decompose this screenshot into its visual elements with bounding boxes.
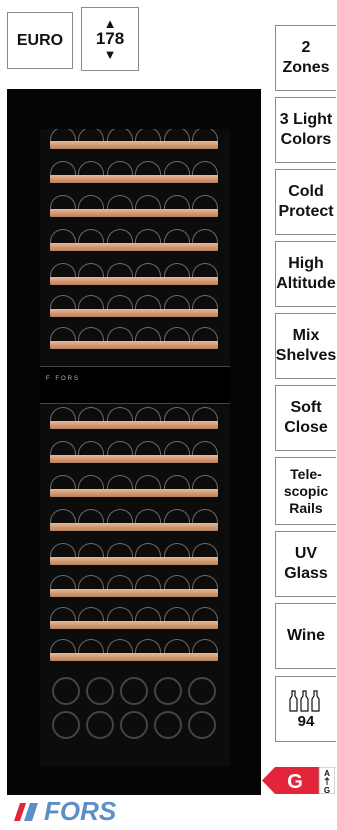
bottle-base (120, 677, 148, 705)
feature-badge-zones: 2 Zones (275, 25, 336, 91)
panel-label: F FORS (46, 376, 80, 382)
brand-logo: FORS (10, 796, 116, 826)
wood-shelf (50, 589, 218, 597)
euro-badge: EURO (7, 12, 73, 69)
bottle-base (154, 677, 182, 705)
control-panel: F FORS (40, 366, 230, 404)
feature-badge-uv-glass: UV Glass (275, 531, 336, 597)
feature-badge-mix-shelves: Mix Shelves (275, 313, 336, 379)
feature-badge-cold-protect: Cold Protect (275, 169, 336, 235)
feature-badge-light-colors: 3 Light Colors (275, 97, 336, 163)
bottle-base (86, 711, 114, 739)
feature-badge-high-altitude: High Altitude (275, 241, 336, 307)
feature-line: Altitude (276, 275, 336, 292)
wood-shelf (50, 523, 218, 531)
feature-line: scopic (283, 482, 329, 499)
feature-line: Cold (288, 183, 324, 200)
energy-class: G (287, 771, 303, 793)
arrow-down-icon: ▼ (103, 47, 117, 62)
energy-scale-top: A (324, 769, 330, 778)
bottle-base (86, 677, 114, 705)
capacity-value: 94 (297, 712, 315, 730)
wood-shelf (50, 653, 218, 661)
bottom-bottle-stack (52, 677, 218, 739)
energy-class-label: G A G (262, 767, 335, 794)
feature-line: 3 Light (279, 111, 333, 128)
wine-cooler-image: F FORS (7, 89, 261, 795)
wood-shelf (50, 209, 218, 217)
feature-badge-telescopic-rails: Tele-scopic Rails (275, 457, 336, 525)
energy-scale-bottom: G (324, 786, 330, 794)
brand-mark-icon (14, 803, 38, 821)
wood-shelf (50, 175, 218, 183)
euro-label: EURO (16, 31, 64, 49)
bottle-base (52, 677, 80, 705)
feature-badge-soft-close: Soft Close (275, 385, 336, 451)
feature-line: Tele- (290, 465, 322, 482)
feature-line: Zones (282, 59, 330, 76)
wood-shelf (50, 277, 218, 285)
brand-name: FORS (44, 795, 117, 826)
cooler-door: F FORS (40, 129, 230, 766)
bottle-base (120, 711, 148, 739)
bottle-base (188, 677, 216, 705)
feature-line: UV (294, 545, 318, 562)
bottles-icon (288, 689, 324, 712)
wood-shelf (50, 341, 218, 349)
wood-shelf (50, 243, 218, 251)
feature-line: Protect (278, 203, 334, 220)
feature-line: Soft (290, 399, 322, 416)
feature-line: Wine (286, 627, 326, 644)
wood-shelf (50, 455, 218, 463)
wood-shelf (50, 557, 218, 565)
bottle-base (154, 711, 182, 739)
feature-line: Close (284, 419, 328, 436)
feature-line: Glass (284, 565, 328, 582)
feature-line: High (288, 255, 324, 272)
feature-line: Colors (280, 131, 332, 148)
feature-line: Mix (292, 327, 320, 344)
feature-line: Rails (289, 499, 323, 516)
wood-shelf (50, 489, 218, 497)
wood-shelf (50, 309, 218, 317)
feature-line: Shelves (275, 347, 337, 364)
feature-line: 2 (301, 39, 311, 56)
bottle-base (188, 711, 216, 739)
wood-shelf (50, 621, 218, 629)
height-badge: ▲ 178 ▼ (81, 7, 139, 71)
wood-shelf (50, 141, 218, 149)
bottle-base (52, 711, 80, 739)
capacity-badge: 94 (275, 676, 336, 742)
wood-shelf (50, 421, 218, 429)
height-value: 178 (95, 29, 125, 48)
feature-badge-wine: Wine (275, 603, 336, 669)
